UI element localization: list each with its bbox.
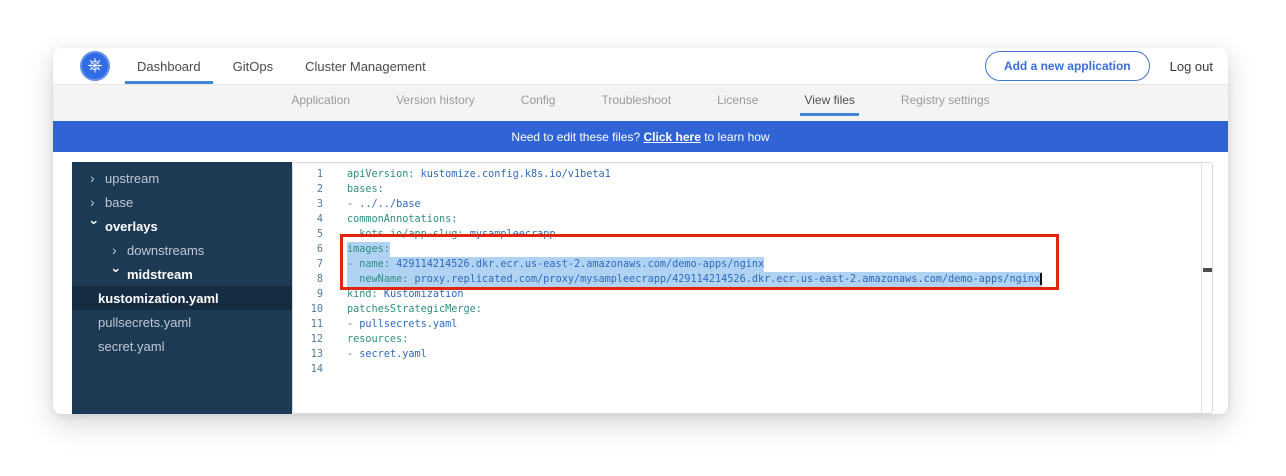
chevron-down-icon[interactable]: › <box>90 220 100 230</box>
code-line-8[interactable]: 8 newName: proxy.replicated.com/proxy/my… <box>293 272 1212 287</box>
top-tab-dashboard[interactable]: Dashboard <box>125 48 213 84</box>
tab-application[interactable]: Application <box>291 85 350 121</box>
code-line-12[interactable]: 12 resources: <box>293 332 1212 347</box>
line-text: apiVersion: kustomize.config.k8s.io/v1be… <box>347 167 611 182</box>
line-number: 7 <box>293 257 323 272</box>
banner-click-here-link[interactable]: Click here <box>644 130 701 144</box>
code-line-6[interactable]: 6 images: <box>293 242 1212 257</box>
tree-item-label: downstreams <box>127 243 204 258</box>
line-text: patchesStrategicMerge: <box>347 302 482 317</box>
tree-item-secret-yaml[interactable]: secret.yaml <box>72 334 292 358</box>
code-line-1[interactable]: 1 apiVersion: kustomize.config.k8s.io/v1b… <box>293 167 1212 182</box>
line-text: images: <box>347 242 390 257</box>
line-number: 2 <box>293 182 323 197</box>
tree-item-label: kustomization.yaml <box>98 291 219 306</box>
view-files-content: › upstream › base › overlays › downstreams › mids… <box>72 162 1213 414</box>
chevron-down-icon[interactable]: › <box>112 268 122 278</box>
tree-item-base[interactable]: › base <box>72 190 292 214</box>
top-tab-gitops[interactable]: GitOps <box>221 48 285 84</box>
code-line-10[interactable]: 10 patchesStrategicMerge: <box>293 302 1212 317</box>
tab-troubleshoot[interactable]: Troubleshoot <box>601 85 671 121</box>
tab-registry-settings[interactable]: Registry settings <box>901 85 990 121</box>
line-number: 13 <box>293 347 323 362</box>
top-tabs: DashboardGitOpsCluster Management <box>125 48 438 84</box>
code-line-13[interactable]: 13 - secret.yaml <box>293 347 1212 362</box>
line-number: 4 <box>293 212 323 227</box>
editor-scrollbar-thumb[interactable] <box>1203 268 1212 272</box>
line-number: 6 <box>293 242 323 257</box>
logout-link[interactable]: Log out <box>1170 59 1213 74</box>
banner-text-after: to learn how <box>701 130 770 144</box>
code-line-9[interactable]: 9 kind: Kustomization <box>293 287 1212 302</box>
code-line-14[interactable]: 14 <box>293 362 1212 377</box>
edit-files-banner: Need to edit these files? Click here to … <box>53 121 1228 152</box>
tab-version-history[interactable]: Version history <box>396 85 475 121</box>
tree-item-upstream[interactable]: › upstream <box>72 166 292 190</box>
line-number: 3 <box>293 197 323 212</box>
line-number: 8 <box>293 272 323 287</box>
line-text: - ../../base <box>347 197 421 212</box>
chevron-right-icon[interactable]: › <box>90 173 100 183</box>
top-nav-bar: ⎈ DashboardGitOpsCluster Management Add … <box>53 48 1228 85</box>
line-number: 10 <box>293 302 323 317</box>
code-line-3[interactable]: 3 - ../../base <box>293 197 1212 212</box>
line-text: resources: <box>347 332 408 347</box>
text-cursor <box>1040 273 1042 285</box>
tab-config[interactable]: Config <box>521 85 556 121</box>
line-text: commonAnnotations: <box>347 212 457 227</box>
banner-text-before: Need to edit these files? <box>511 130 643 144</box>
editor-scrollbar[interactable] <box>1201 163 1212 413</box>
tree-item-label: overlays <box>105 219 158 234</box>
tree-item-overlays[interactable]: › overlays <box>72 214 292 238</box>
line-text: kind: Kustomization <box>347 287 464 302</box>
chevron-right-icon[interactable]: › <box>112 245 122 255</box>
line-text: bases: <box>347 182 384 197</box>
tree-item-midstream[interactable]: › midstream <box>72 262 292 286</box>
line-text: newName: proxy.replicated.com/proxy/mysa… <box>347 272 1042 287</box>
tree-item-kustomization-yaml[interactable]: kustomization.yaml <box>72 286 292 310</box>
tab-view-files[interactable]: View files <box>804 85 854 121</box>
tree-item-label: secret.yaml <box>98 339 164 354</box>
line-text: - name: 429114214526.dkr.ecr.us-east-2.a… <box>347 257 764 272</box>
line-text: - secret.yaml <box>347 347 427 362</box>
code-line-11[interactable]: 11 - pullsecrets.yaml <box>293 317 1212 332</box>
kubernetes-helm-icon: ⎈ <box>80 51 110 81</box>
tree-item-label: midstream <box>127 267 193 282</box>
tree-item-downstreams[interactable]: › downstreams <box>72 238 292 262</box>
page: ⎈ DashboardGitOpsCluster Management Add … <box>0 0 1286 476</box>
application-nav-bar: Application Version history Config Troubles… <box>53 85 1228 121</box>
tree-item-label: upstream <box>105 171 159 186</box>
line-number: 11 <box>293 317 323 332</box>
tree-item-pullsecrets-yaml[interactable]: pullsecrets.yaml <box>72 310 292 334</box>
line-number: 1 <box>293 167 323 182</box>
line-number: 12 <box>293 332 323 347</box>
tab-license[interactable]: License <box>717 85 758 121</box>
code-line-2[interactable]: 2 bases: <box>293 182 1212 197</box>
chevron-right-icon[interactable]: › <box>90 197 100 207</box>
file-tree-sidebar: › upstream › base › overlays › downstreams › mids… <box>72 162 292 414</box>
line-text: kots.io/app-slug: mysampleecrapp <box>347 227 556 242</box>
tree-item-label: pullsecrets.yaml <box>98 315 191 330</box>
yaml-editor[interactable]: 1 apiVersion: kustomize.config.k8s.io/v1b… <box>292 162 1213 414</box>
tree-item-label: base <box>105 195 133 210</box>
add-new-application-button[interactable]: Add a new application <box>985 51 1150 81</box>
top-right-actions: Add a new application Log out <box>985 51 1213 81</box>
top-tab-cluster-management[interactable]: Cluster Management <box>293 48 438 84</box>
code-line-5[interactable]: 5 kots.io/app-slug: mysampleecrapp <box>293 227 1212 242</box>
admin-console-card: ⎈ DashboardGitOpsCluster Management Add … <box>53 48 1228 414</box>
code-line-4[interactable]: 4 commonAnnotations: <box>293 212 1212 227</box>
line-number: 9 <box>293 287 323 302</box>
line-number: 5 <box>293 227 323 242</box>
line-number: 14 <box>293 362 323 377</box>
line-text: - pullsecrets.yaml <box>347 317 457 332</box>
code-line-7[interactable]: 7 - name: 429114214526.dkr.ecr.us-east-2.… <box>293 257 1212 272</box>
